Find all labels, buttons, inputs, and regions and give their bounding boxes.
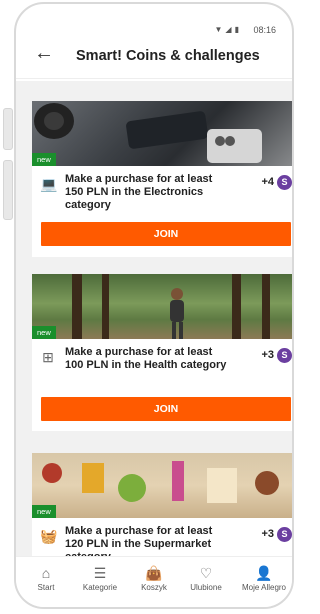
app-header: ← Smart! Coins & challenges	[16, 34, 292, 79]
heart-icon: ♡	[199, 565, 213, 581]
nav-moje-allegro[interactable]: 👤 Moje Allegro	[236, 565, 292, 592]
phone-side-button-top	[3, 108, 13, 150]
user-icon: 👤	[255, 565, 273, 581]
nav-kategorie[interactable]: ☰ Kategorie	[74, 565, 126, 592]
challenge-card: new 💻 Make a purchase for at least 150 P…	[32, 101, 292, 257]
challenge-text: Make a purchase for at least 120 PLN in …	[65, 525, 213, 557]
nav-ulubione[interactable]: ♡ Ulubione	[180, 565, 232, 592]
nav-start[interactable]: ⌂ Start	[20, 565, 72, 592]
nav-label: Start	[37, 583, 55, 592]
basket-icon: 🧺	[40, 528, 58, 544]
join-button[interactable]: JOIN	[41, 222, 291, 246]
new-badge: new	[32, 153, 56, 166]
reward-points: +3	[261, 528, 274, 540]
nav-label: Moje Allegro	[241, 583, 287, 592]
nav-koszyk[interactable]: 👜 Koszyk	[128, 565, 180, 592]
phone-side-button-bottom	[3, 160, 13, 220]
smart-coin-icon: S	[277, 527, 292, 542]
supermarket-image: new	[32, 453, 292, 518]
nav-label: Koszyk	[141, 583, 167, 592]
new-badge: new	[32, 326, 56, 339]
challenge-info: ⊞ Make a purchase for at least 100 PLN i…	[32, 339, 292, 394]
reward-points: +3	[261, 349, 274, 361]
electronics-illustration	[34, 103, 262, 163]
page-title: Smart! Coins & challenges	[76, 48, 260, 64]
new-badge: new	[32, 505, 56, 518]
laptop-icon: 💻	[40, 176, 58, 192]
challenge-text: Make a purchase for at least 150 PLN in …	[65, 173, 213, 211]
menu-icon: ☰	[93, 565, 107, 581]
challenge-text: Make a purchase for at least 100 PLN in …	[65, 346, 227, 371]
bottom-navigation: ⌂ Start ☰ Kategorie 👜 Koszyk ♡ Ulubione …	[16, 556, 292, 607]
back-arrow-icon[interactable]: ←	[34, 42, 54, 65]
first-aid-icon: ⊞	[42, 349, 54, 365]
status-bar: ▼◢▮ 08:16	[16, 4, 292, 35]
groceries-illustration	[42, 461, 279, 503]
phone-frame: ▼◢▮ 08:16 ← Smart! Coins & challenges ne…	[14, 2, 294, 609]
electronics-image: new	[32, 101, 292, 166]
reward-points: +4	[261, 176, 274, 188]
status-icons: ▼◢▮	[214, 25, 242, 34]
bag-icon: 👜	[145, 565, 163, 581]
health-image: new	[32, 274, 292, 339]
nav-label: Kategorie	[82, 583, 118, 592]
challenge-card: new ⊞ Make a purchase for at least 100 P…	[32, 274, 292, 431]
challenges-list[interactable]: new 💻 Make a purchase for at least 150 P…	[16, 81, 292, 557]
smart-coin-icon: S	[277, 175, 292, 190]
home-icon: ⌂	[41, 565, 51, 581]
join-button[interactable]: JOIN	[41, 397, 291, 421]
runner-illustration	[72, 274, 270, 339]
smart-coin-icon: S	[277, 348, 292, 363]
challenge-card: new 🧺 Make a purchase for at least 120 P…	[32, 453, 292, 557]
challenge-info: 🧺 Make a purchase for at least 120 PLN i…	[32, 518, 292, 557]
nav-label: Ulubione	[190, 583, 222, 592]
challenge-info: 💻 Make a purchase for at least 150 PLN i…	[32, 166, 292, 221]
